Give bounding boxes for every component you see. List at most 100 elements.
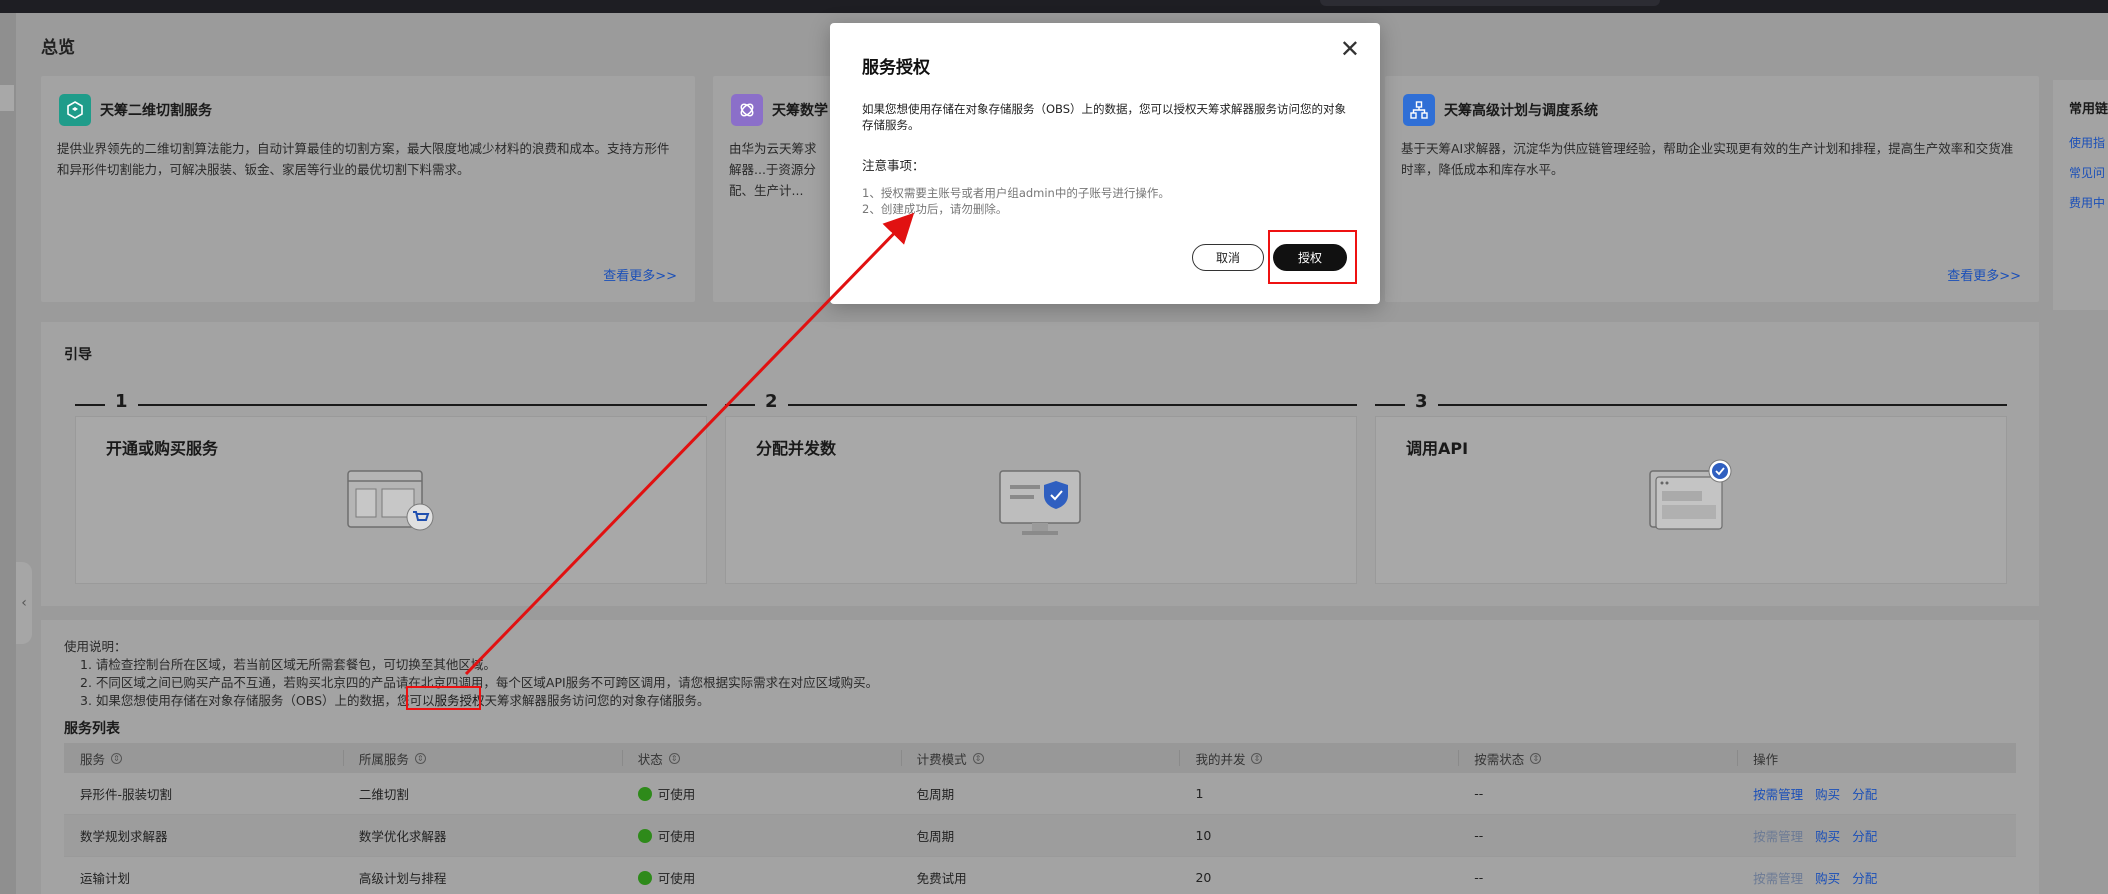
allocate-link[interactable]: 分配 (1852, 868, 1877, 887)
usage-notes-header: 使用说明： (64, 639, 127, 654)
service-card-title: 天筹高级计划与调度系统 (1444, 103, 1598, 119)
dialog-notice-2: 2、创建成功后，请勿删除。 (862, 202, 1008, 216)
ondemand-manage-link: 按需管理 (1753, 829, 1804, 844)
step-divider (1375, 404, 2007, 406)
shopping-cart-illustration (346, 469, 436, 537)
column-header[interactable]: 按需状态 ⇕ (1458, 743, 1737, 773)
step-label: 开通或购买服务 (106, 439, 219, 458)
column-header[interactable]: 所属服务 ⇕ (342, 743, 622, 773)
cell-operations: 按需管理 购买 分配 (1737, 857, 2016, 894)
monitor-shield-illustration (996, 469, 1086, 543)
cell-operations: 按需管理 购买 分配 (1737, 773, 2016, 814)
cell-service: 异形件-服装切割 (80, 787, 173, 802)
sidebar-active-marker (0, 85, 14, 111)
hierarchy-icon (1403, 94, 1435, 126)
cell-ondemand-status: -- (1474, 870, 1484, 885)
sort-icon[interactable]: ⇕ (972, 752, 984, 764)
step-divider (75, 404, 707, 406)
side-link-billing[interactable]: 费用中 (2069, 194, 2105, 211)
dialog-title: 服务授权 (862, 58, 930, 78)
sort-icon[interactable]: ⇕ (1530, 752, 1542, 764)
step-number: 3 (1405, 391, 1438, 412)
orbit-icon (731, 94, 763, 126)
guide-step-2: 2 分配并发数 (725, 391, 1357, 584)
column-header[interactable]: 计费模式 ⇕ (900, 743, 1180, 773)
sort-icon[interactable]: ⇕ (111, 752, 123, 764)
cell-status: 可使用 (622, 815, 901, 856)
step-label: 分配并发数 (756, 439, 837, 458)
service-list-title: 服务列表 (64, 721, 120, 737)
cube-icon (59, 94, 91, 126)
column-header[interactable]: 状态 ⇕ (621, 743, 901, 773)
cell-parent-service: 数学优化求解器 (358, 829, 447, 844)
table-row: 数学规划求解器 数学优化求解器 可使用 包周期 10 -- 按需管理 购买 分配 (64, 815, 2016, 857)
sort-icon[interactable]: ⇕ (414, 752, 426, 764)
status-ok-icon (637, 828, 652, 843)
allocate-link[interactable]: 分配 (1852, 784, 1877, 803)
cell-concurrency: 20 (1195, 870, 1212, 885)
page-title: 总览 (41, 38, 75, 58)
guide-section: 引导 1 开通或购买服务 2 分配并发数 3 调用API (41, 322, 2039, 606)
step-box[interactable]: 开通或购买服务 (75, 416, 707, 584)
left-sidebar (0, 13, 16, 894)
close-icon[interactable]: ✕ (1340, 37, 1360, 61)
side-link-guide[interactable]: 使用指 (2069, 134, 2105, 151)
dialog-notice-title: 注意事项： (862, 158, 925, 173)
usage-note-1: 1. 请检查控制台所在区域，若当前区域无所需套餐包，可切换至其他区域。 (80, 657, 496, 672)
buy-link[interactable]: 购买 (1815, 784, 1840, 803)
cell-operations: 按需管理 购买 分配 (1737, 815, 2016, 856)
service-card-title: 天筹数学 (772, 103, 828, 119)
side-link-faq[interactable]: 常见问 (2069, 164, 2105, 181)
step-box[interactable]: 分配并发数 (725, 416, 1357, 584)
cell-status: 可使用 (622, 857, 901, 894)
common-links-panel: 常用链 使用指 常见问 费用中 (2053, 80, 2108, 310)
sort-icon[interactable]: ⇕ (1251, 752, 1263, 764)
column-header: 操作 (1737, 743, 2016, 773)
service-list-section: 使用说明： 1. 请检查控制台所在区域，若当前区域无所需套餐包，可切换至其他区域… (41, 620, 2039, 894)
step-box[interactable]: 调用API (1375, 416, 2007, 584)
cancel-button[interactable]: 取消 (1192, 244, 1264, 271)
cell-service: 运输计划 (80, 871, 131, 886)
cell-concurrency: 10 (1195, 828, 1212, 843)
status-ok-icon (637, 870, 652, 885)
cell-parent-service: 高级计划与排程 (358, 871, 447, 886)
column-header[interactable]: 我的并发 ⇕ (1179, 743, 1458, 773)
cell-parent-service: 二维切割 (358, 787, 409, 802)
view-more-link[interactable]: 查看更多>> (1947, 265, 2021, 284)
global-search-bar[interactable] (1320, 0, 1660, 6)
cell-concurrency: 1 (1195, 786, 1204, 801)
cell-service: 数学规划求解器 (80, 829, 168, 844)
service-card-description: 由华为云天筹求解器...于资源分配、生产计...率，增强决策水平 (729, 141, 817, 198)
chevron-left-icon: ‹ (21, 595, 27, 611)
table-row: 异形件-服装切割 二维切割 可使用 包周期 1 -- 按需管理 购买 分配 (64, 773, 2016, 815)
service-table: 服务 ⇕ 所属服务 ⇕ 状态 ⇕ 计费模式 ⇕ 我的并发 ⇕ 按需状态 ⇕ 操作 异形件-服… (64, 743, 2016, 894)
column-header[interactable]: 服务 ⇕ (64, 743, 343, 773)
cell-billing: 包周期 (916, 829, 955, 844)
usage-note-3-prefix: 3. 如果您想使用存储在对象存储服务（OBS）上的数据，您可以 (80, 693, 435, 708)
buy-link[interactable]: 购买 (1815, 868, 1840, 887)
buy-link[interactable]: 购买 (1815, 826, 1840, 845)
top-navigation-bar (0, 0, 2108, 13)
status-ok-icon (637, 786, 652, 801)
sidebar-collapse-button[interactable]: ‹ (16, 562, 32, 644)
step-number: 2 (755, 391, 788, 412)
service-card-description: 基于天筹AI求解器，沉淀华为供应链管理经验，帮助企业实现更有效的生产计划和排程，… (1401, 141, 2014, 177)
cell-billing: 包周期 (916, 787, 955, 802)
table-row: 运输计划 高级计划与排程 可使用 免费试用 20 -- 按需管理 购买 分配 (64, 857, 2016, 894)
service-card-title: 天筹二维切割服务 (100, 103, 212, 119)
guide-title: 引导 (64, 347, 92, 363)
ondemand-manage-link[interactable]: 按需管理 (1753, 784, 1803, 803)
cell-ondemand-status: -- (1474, 828, 1484, 843)
guide-step-3: 3 调用API (1375, 391, 2007, 584)
cell-ondemand-status: -- (1474, 786, 1484, 801)
dialog-body: 如果您想使用存储在对象存储服务（OBS）上的数据，您可以授权天筹求解器服务访问您… (862, 102, 1347, 132)
sort-icon[interactable]: ⇕ (668, 752, 680, 764)
common-links-title: 常用链 (2069, 102, 2108, 117)
step-number: 1 (105, 391, 138, 412)
view-more-link[interactable]: 查看更多>> (603, 265, 677, 284)
ondemand-manage-link: 按需管理 (1753, 871, 1804, 886)
usage-note-3-suffix: 天筹求解器服务访问您的对象存储服务。 (484, 693, 710, 708)
dialog-notice-1: 1、授权需要主账号或者用户组admin中的子账号进行操作。 (862, 186, 1170, 200)
allocate-link[interactable]: 分配 (1852, 826, 1877, 845)
service-card-2d-cutting: 天筹二维切割服务 提供业界领先的二维切割算法能力，自动计算最佳的切割方案，最大限… (41, 76, 695, 302)
